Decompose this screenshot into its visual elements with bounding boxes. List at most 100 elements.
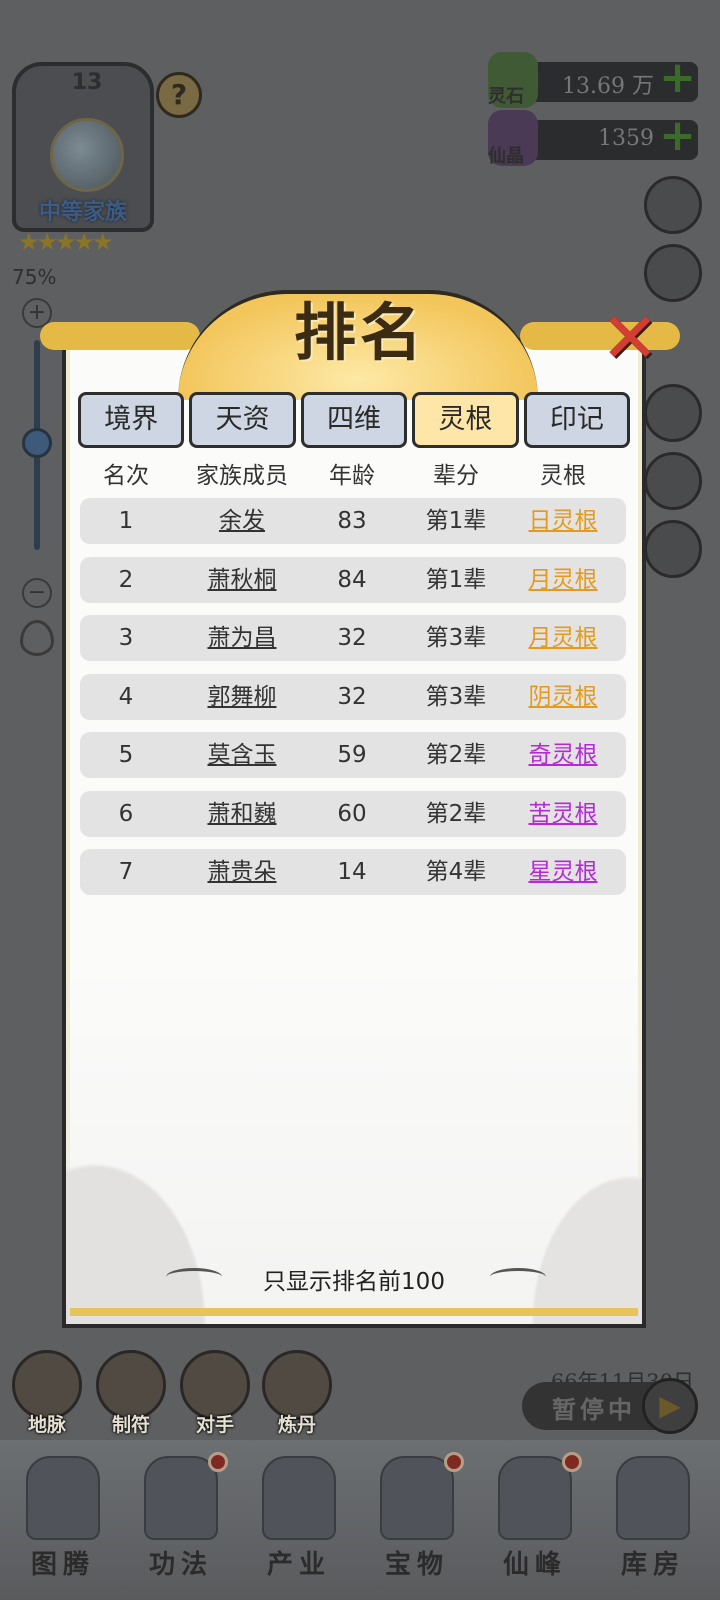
col-spirit-root: 灵根 bbox=[540, 463, 586, 489]
tab-realm[interactable]: 境界 bbox=[78, 392, 185, 448]
pause-button[interactable]: 暂停中 ▶ bbox=[522, 1378, 698, 1434]
row-age: 84 bbox=[337, 566, 367, 593]
locate-icon[interactable] bbox=[20, 620, 54, 656]
totem-icon bbox=[26, 1456, 100, 1540]
help-button[interactable]: ? bbox=[156, 72, 202, 118]
immortal-crystal-value: 1359 bbox=[598, 126, 654, 151]
row-member-link[interactable]: 萧秋桐 bbox=[182, 557, 302, 603]
table-row: 6 萧和巍 60 第2辈 苦灵根 bbox=[80, 790, 626, 837]
immortal-crystal-label: 仙晶 bbox=[488, 146, 524, 167]
zoom-out-button[interactable]: − bbox=[22, 578, 52, 608]
row-member-link[interactable]: 莫含玉 bbox=[182, 732, 302, 778]
tab-talent[interactable]: 天资 bbox=[189, 392, 296, 448]
book-icon[interactable] bbox=[644, 452, 702, 510]
nav-treasure-label: 宝物 bbox=[384, 1550, 449, 1580]
swirl-right-ornament bbox=[490, 1268, 546, 1286]
row-spirit-root-link[interactable]: 月灵根 bbox=[512, 615, 614, 661]
row-spirit-root-link[interactable]: 月灵根 bbox=[512, 557, 614, 603]
nav-skills[interactable]: 功法 bbox=[126, 1450, 236, 1600]
row-spirit-root-link[interactable]: 苦灵根 bbox=[512, 791, 614, 837]
row-member-link[interactable]: 萧和巍 bbox=[182, 791, 302, 837]
notification-dot bbox=[562, 1452, 582, 1472]
notification-dot bbox=[208, 1452, 228, 1472]
tab-mark[interactable]: 印记 bbox=[523, 392, 631, 448]
clan-rank-name: 中等家族 bbox=[38, 200, 127, 225]
row-rank: 1 bbox=[118, 508, 134, 534]
row-member-link[interactable]: 萧贵朵 bbox=[182, 849, 302, 895]
earth-vein-label: 地脉 bbox=[27, 1414, 66, 1436]
settings-gear-icon[interactable] bbox=[644, 176, 702, 234]
row-generation: 第1辈 bbox=[425, 566, 487, 593]
bottom-nav: 图腾 功法 产业 宝物 仙峰 库房 bbox=[0, 1440, 720, 1600]
clan-level: 13 bbox=[71, 70, 103, 95]
row-age: 14 bbox=[337, 859, 367, 885]
zoom-slider-knob[interactable] bbox=[22, 428, 52, 458]
row-spirit-root-link[interactable]: 日灵根 bbox=[512, 498, 614, 544]
nav-peak-label: 仙峰 bbox=[502, 1550, 567, 1580]
row-age: 60 bbox=[337, 800, 367, 827]
row-member-link[interactable]: 余发 bbox=[182, 498, 302, 544]
clan-stars: ★★★★★ bbox=[18, 228, 114, 256]
close-icon[interactable]: ✕ bbox=[598, 303, 662, 373]
row-generation: 第3辈 bbox=[425, 683, 487, 710]
clan-badge[interactable]: 13 中等家族 bbox=[12, 62, 154, 232]
ranking-tabs: 境界 天资 四维 灵根 印记 bbox=[78, 392, 631, 448]
clan-emblem-icon bbox=[50, 118, 124, 192]
row-spirit-root-link[interactable]: 星灵根 bbox=[512, 849, 614, 895]
notification-dot bbox=[444, 1452, 464, 1472]
nav-peak[interactable]: 仙峰 bbox=[480, 1450, 590, 1600]
nav-skills-label: 功法 bbox=[148, 1550, 213, 1580]
row-member-link[interactable]: 萧为昌 bbox=[182, 615, 302, 661]
row-rank: 2 bbox=[118, 566, 134, 593]
col-age: 年龄 bbox=[329, 463, 375, 489]
row-spirit-root-link[interactable]: 奇灵根 bbox=[512, 732, 614, 778]
row-generation: 第3辈 bbox=[425, 625, 487, 651]
table-row: 2 萧秋桐 84 第1辈 月灵根 bbox=[80, 556, 626, 603]
row-generation: 第2辈 bbox=[425, 800, 487, 827]
play-icon[interactable]: ▶ bbox=[642, 1378, 698, 1434]
col-member: 家族成员 bbox=[196, 463, 288, 489]
spirit-stone-value: 13.69 万 bbox=[562, 74, 654, 99]
storage-icon bbox=[616, 1456, 690, 1540]
row-rank: 7 bbox=[118, 859, 134, 885]
treasure-icon bbox=[380, 1456, 454, 1540]
row-rank: 6 bbox=[118, 800, 134, 827]
spirit-stone-label: 灵石 bbox=[488, 86, 524, 107]
row-age: 59 bbox=[337, 742, 367, 768]
row-spirit-root-link[interactable]: 阴灵根 bbox=[512, 674, 614, 720]
talisman-label: 制符 bbox=[111, 1414, 150, 1436]
row-rank: 3 bbox=[118, 625, 134, 651]
peak-icon bbox=[498, 1456, 572, 1540]
nav-storage[interactable]: 库房 bbox=[598, 1450, 708, 1600]
table-row: 3 萧为昌 32 第3辈 月灵根 bbox=[80, 615, 626, 661]
rival-label: 对手 bbox=[195, 1414, 234, 1436]
spirit-stone-add-button[interactable]: + bbox=[659, 56, 696, 100]
ranking-footer-note: 只显示排名前100 bbox=[263, 1269, 445, 1295]
ranking-list: 1 余发 83 第1辈 日灵根 2 萧秋桐 84 第1辈 月灵根 3 萧为昌 3… bbox=[80, 498, 626, 908]
row-age: 32 bbox=[337, 625, 367, 651]
nav-treasure[interactable]: 宝物 bbox=[362, 1450, 472, 1600]
nav-industry[interactable]: 产业 bbox=[244, 1450, 354, 1600]
manual-icon[interactable] bbox=[644, 520, 702, 578]
table-row: 4 郭舞柳 32 第3辈 阴灵根 bbox=[80, 673, 626, 720]
table-header: 名次 家族成员 年龄 辈分 灵根 bbox=[80, 456, 626, 496]
industry-icon bbox=[262, 1456, 336, 1540]
col-generation: 辈分 bbox=[433, 463, 479, 489]
row-generation: 第1辈 bbox=[425, 508, 487, 534]
tab-spirit-root[interactable]: 灵根 bbox=[412, 392, 519, 448]
skills-icon bbox=[144, 1456, 218, 1540]
nav-totem-label: 图腾 bbox=[30, 1550, 95, 1580]
row-rank: 5 bbox=[118, 742, 134, 768]
nav-totem[interactable]: 图腾 bbox=[8, 1450, 118, 1600]
scroll-icon[interactable] bbox=[644, 384, 702, 442]
row-generation: 第4辈 bbox=[425, 859, 487, 885]
dialog-title: 排名 bbox=[293, 296, 426, 369]
tab-four-stats[interactable]: 四维 bbox=[300, 392, 408, 448]
row-member-link[interactable]: 郭舞柳 bbox=[182, 674, 302, 720]
nav-storage-label: 库房 bbox=[620, 1550, 685, 1580]
immortal-crystal-add-button[interactable]: + bbox=[659, 114, 696, 158]
dialog-title-banner: 排名 bbox=[40, 282, 680, 400]
table-row: 1 余发 83 第1辈 日灵根 bbox=[80, 498, 626, 544]
row-rank: 4 bbox=[118, 683, 134, 710]
alchemy-label: 炼丹 bbox=[277, 1414, 316, 1436]
